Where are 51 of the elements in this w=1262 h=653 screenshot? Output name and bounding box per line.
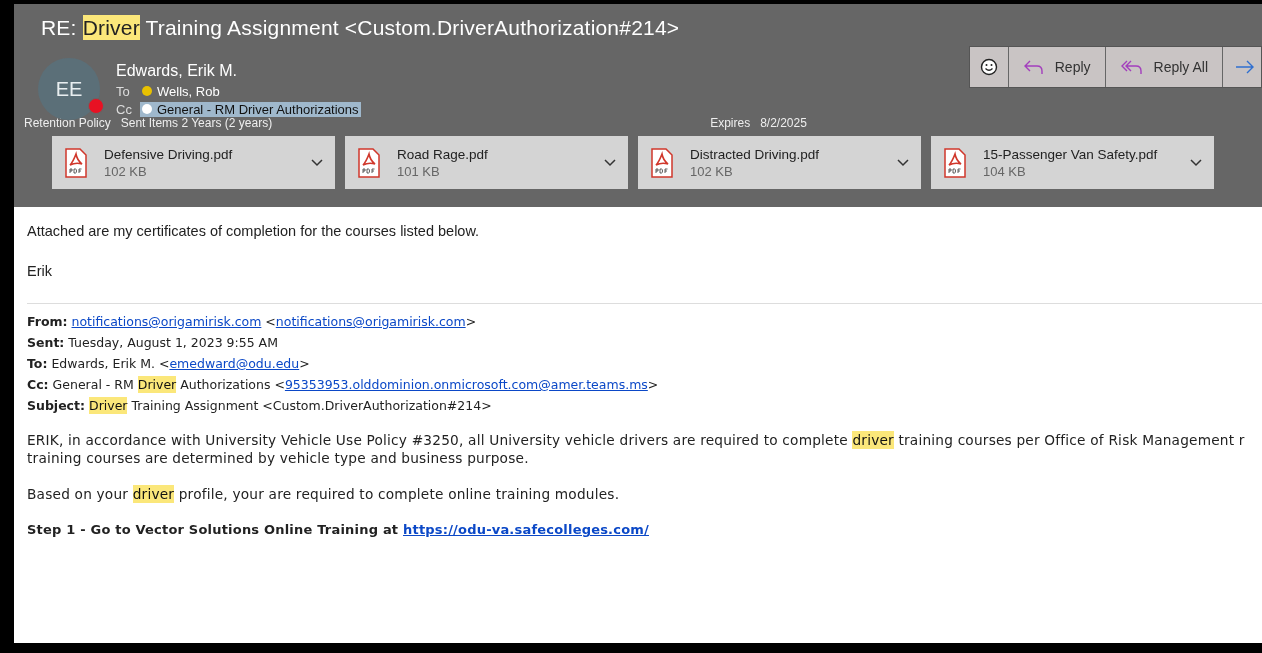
email-subject: RE: Driver Training Assignment <Custom.DriverAuthorization#214> [41, 16, 681, 40]
attachment-card[interactable]: Defensive Driving.pdf 102 KB [52, 136, 335, 189]
forward-arrow-icon [1235, 60, 1255, 74]
email-link[interactable]: notifications@origamirisk.com [71, 314, 262, 329]
attachment-name: Distracted Driving.pdf [690, 146, 821, 162]
header-line: From: notifications@origamirisk.com <notifications@origamirisk.com> [27, 314, 478, 329]
step-heading: Step 1 - Go to Vector Solutions Online Training at https://odu-va.safecolleges.com/ [27, 521, 650, 539]
attachment-name: Defensive Driving.pdf [104, 146, 234, 162]
pdf-file-icon [357, 147, 381, 178]
pdf-file-icon [943, 147, 967, 178]
message-line: Based on your driver profile, your are required to complete online training modules. [27, 485, 621, 503]
attachment-size: 101 KB [397, 163, 441, 179]
reply-all-button[interactable]: Reply All [1105, 47, 1223, 87]
message-paragraph: Attached are my certificates of completion for the courses listed below. [27, 223, 481, 239]
recipient[interactable]: Wells, Rob [140, 83, 222, 99]
recipient-label: To [116, 83, 131, 99]
header-line: Cc: General - RM Driver Authorizations <95353953.olddominion.onmicrosoft.com@amer.teams.ms> [27, 377, 660, 392]
expires-date: 8/2/2025 [760, 116, 807, 130]
retention-value: Sent Items 2 Years (2 years) [120, 116, 273, 130]
chevron-down-icon[interactable] [1190, 158, 1202, 167]
message-line: training courses are determined by vehicle type and business purpose. [27, 449, 530, 467]
recipient-label: Cc [116, 101, 133, 117]
chevron-down-icon[interactable] [897, 158, 909, 167]
emoji-button[interactable] [969, 47, 1009, 87]
attachment-name: 15-Passenger Van Safety.pdf [983, 146, 1159, 162]
attachment-card[interactable]: Road Rage.pdf 101 KB [345, 136, 628, 189]
chevron-down-icon[interactable] [604, 158, 616, 167]
attachment-card[interactable]: 15-Passenger Van Safety.pdf 104 KB [931, 136, 1214, 189]
recipient-name: Wells, Rob [157, 83, 220, 99]
reply-all-arrow-icon [1119, 58, 1144, 76]
email-link[interactable]: emedward@odu.edu [169, 356, 300, 371]
smiley-icon [979, 58, 998, 76]
chevron-down-icon[interactable] [311, 158, 323, 167]
message-line: ERIK, in accordance with University Vehicle Use Policy #3250, all University vehicle drivers are required to complete driver training courses per Office of Risk Management r [27, 431, 1246, 449]
email-link[interactable]: 95353953.olddominion.onmicrosoft.com@amer.teams.ms [284, 377, 648, 392]
sender-name[interactable]: Edwards, Erik M. [116, 62, 361, 80]
url-link[interactable]: https://odu-va.safecolleges.com/ [403, 522, 649, 537]
message-paragraph: Erik [27, 263, 53, 279]
email-link[interactable]: notifications@origamirisk.com [275, 314, 466, 329]
attachment-size: 104 KB [983, 163, 1027, 179]
attachment-size: 102 KB [104, 163, 148, 179]
header-line: Sent: Tuesday, August 1, 2023 9:55 AM [27, 335, 279, 350]
reply-button[interactable]: Reply [1008, 47, 1106, 87]
reply-arrow-icon [1022, 58, 1045, 76]
header-line: To: Edwards, Erik M. <emedward@odu.edu> [27, 356, 311, 371]
attachment-name: Road Rage.pdf [397, 146, 489, 162]
pdf-file-icon [650, 147, 674, 178]
attachment-card[interactable]: Distracted Driving.pdf 102 KB [638, 136, 921, 189]
attachment-size: 102 KB [690, 163, 734, 179]
pdf-file-icon [64, 147, 88, 178]
expires-label: Expires [710, 116, 751, 130]
